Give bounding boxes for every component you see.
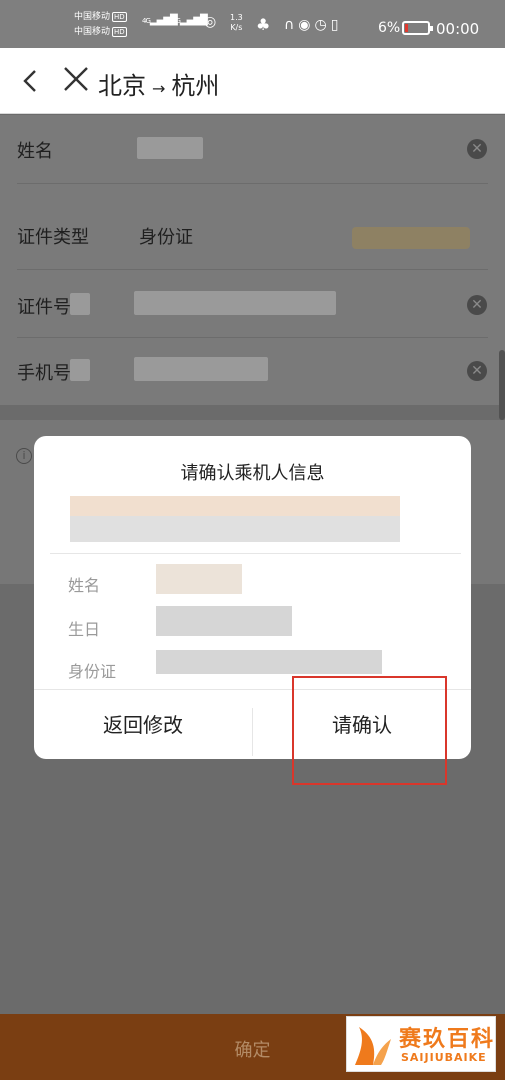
status-bar: 中国移动 HD 中国移动 HD 4G▂▄▆█ 4G▂▄▆█ ◎ 1.3 K/s ♣ … (0, 0, 505, 48)
scrollbar[interactable] (499, 350, 505, 420)
hd-badge: HD (112, 27, 127, 37)
status-icons: ∩◉◷▯ (284, 17, 342, 33)
divider (17, 183, 488, 184)
hotspot-icon: ◎ (204, 14, 216, 30)
dialog-divider (50, 553, 461, 554)
clear-icon[interactable]: ✕ (467, 139, 487, 159)
blur-patch (156, 564, 242, 594)
route-arrow: → (152, 79, 166, 98)
route-title: 北京 → 杭州 (98, 66, 219, 101)
blur-patch (156, 606, 292, 636)
id-number-value-blurred[interactable] (134, 291, 336, 315)
phone-row: 手机号 ✕ (0, 337, 505, 405)
signal-icon: 4G▂▄▆█ (172, 15, 208, 26)
battery-icon (402, 21, 433, 35)
info-icon: i (16, 448, 32, 464)
dialog-field-label: 生日 (68, 620, 101, 639)
id-number-label: 证件号 (17, 297, 71, 318)
passenger-form: 姓名 ✕ 证件类型 身份证 证件号 ✕ 手机号 ✕ (0, 115, 505, 405)
clear-icon[interactable]: ✕ (467, 295, 487, 315)
blur-patch (70, 516, 400, 542)
carrier-2: 中国移动 (74, 27, 111, 37)
blur-patch (70, 359, 90, 381)
close-icon[interactable] (62, 65, 90, 99)
logo-mark-icon (355, 1027, 391, 1065)
carrier-1: 中国移动 (74, 12, 111, 22)
clock: 00:00 (436, 20, 480, 38)
divider (17, 269, 488, 270)
carrier-info: 中国移动 HD 中国移动 HD (74, 10, 127, 40)
battery-percent: 6% (378, 20, 401, 36)
phone-label: 手机号 (17, 363, 71, 384)
route-to: 杭州 (171, 72, 220, 100)
phone-value-blurred[interactable] (134, 357, 268, 381)
nav-bar: 北京 → 杭州 (0, 48, 505, 114)
id-type-label: 证件类型 (17, 227, 89, 248)
eye-icon: ◉ (298, 17, 315, 33)
blur-patch (70, 293, 90, 315)
clear-icon[interactable]: ✕ (467, 361, 487, 381)
blurred-link[interactable] (352, 227, 470, 249)
headset-icon: ∩ (284, 17, 299, 33)
name-value-blurred[interactable] (137, 137, 203, 159)
highlight-box (292, 676, 447, 785)
dialog-field-label: 身份证 (68, 662, 117, 681)
route-from: 北京 (98, 72, 146, 100)
logo-name-en: SAIJIUBAIKE (401, 1051, 487, 1064)
back-icon[interactable] (18, 68, 44, 94)
dialog-field-label: 姓名 (68, 576, 101, 595)
back-to-edit-button[interactable]: 返回修改 (34, 709, 252, 738)
watermark-logo: 赛玖百科 SAIJIUBAIKE (346, 1016, 496, 1072)
id-type-value: 身份证 (139, 227, 193, 248)
qq-icon: ♣ (256, 15, 275, 34)
hd-badge: HD (112, 12, 127, 22)
name-row: 姓名 ✕ (0, 115, 505, 183)
blur-patch (156, 650, 382, 674)
id-number-row: 证件号 ✕ (0, 271, 505, 339)
name-label: 姓名 (17, 141, 53, 162)
blur-patch (70, 496, 400, 516)
vibrate-icon: ▯ (330, 17, 343, 33)
alarm-icon: ◷ (314, 17, 331, 33)
network-speed: 1.3 K/s (230, 13, 243, 32)
dialog-title: 请确认乘机人信息 (180, 463, 325, 484)
logo-name: 赛玖百科 (399, 1027, 496, 1052)
